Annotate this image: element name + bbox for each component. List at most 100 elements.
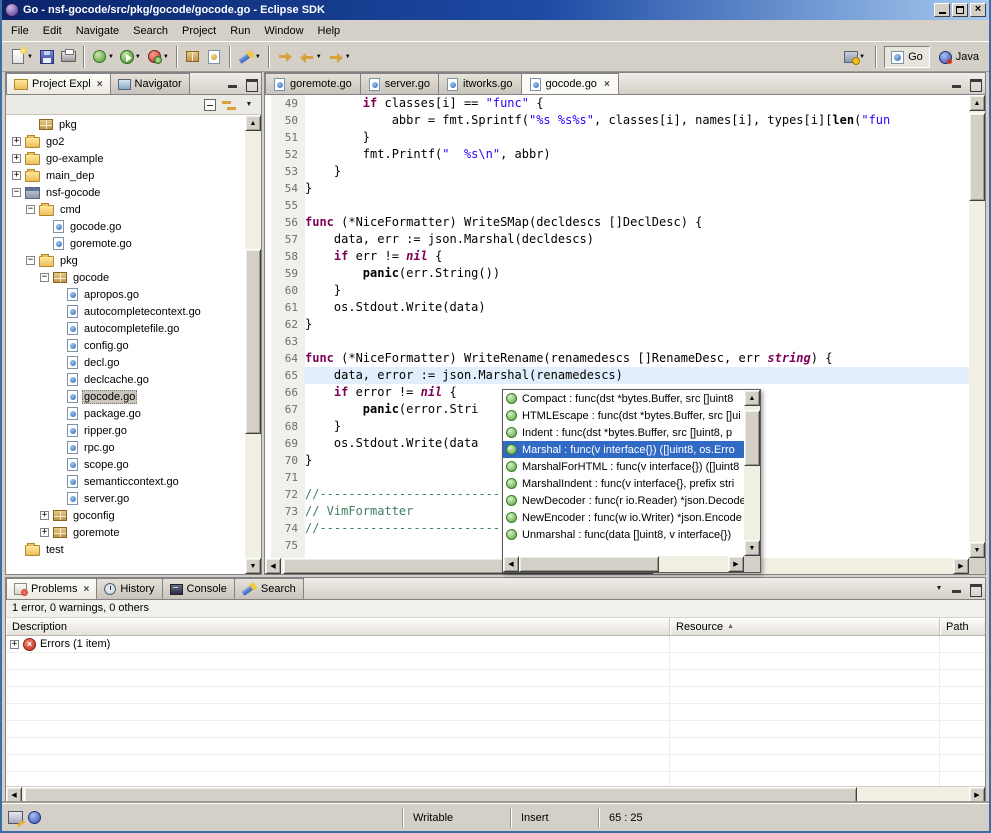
autocomplete-horizontal-scrollbar[interactable]: ◀ ▶ [503, 556, 744, 572]
autocomplete-item[interactable]: Compact : func(dst *bytes.Buffer, src []… [503, 390, 744, 407]
scroll-down-icon[interactable]: ▼ [245, 558, 261, 574]
tab-gocode-go[interactable]: gocode.go × [521, 73, 619, 94]
new-wizard-button[interactable]: ▼ [7, 45, 36, 69]
tree-item-scope-go[interactable]: scope.go [6, 456, 245, 473]
tree-item-server-go[interactable]: server.go [6, 490, 245, 507]
menu-item-help[interactable]: Help [311, 22, 348, 40]
tree-item-config-go[interactable]: config.go [6, 337, 245, 354]
maximize-view-button[interactable] [968, 582, 982, 595]
project-tree-scrollbar[interactable]: ▲ ▼ [245, 115, 261, 574]
tree-item-autocompletefile-go[interactable]: autocompletefile.go [6, 320, 245, 337]
tree-item-cmd[interactable]: −cmd [6, 201, 245, 218]
scrollbar-thumb[interactable] [245, 249, 261, 434]
scroll-left-icon[interactable]: ◀ [503, 556, 519, 572]
collapse-icon[interactable]: − [12, 188, 21, 197]
scroll-up-icon[interactable]: ▲ [245, 115, 261, 131]
tree-item-pkg[interactable]: pkg [6, 116, 245, 133]
tree-item-goremote-go[interactable]: goremote.go [6, 235, 245, 252]
minimize-view-button[interactable] [950, 77, 964, 90]
column-description[interactable]: Description [6, 618, 670, 635]
menu-item-search[interactable]: Search [126, 22, 175, 40]
tree-item-go-example[interactable]: +go-example [6, 150, 245, 167]
run-external-button[interactable]: ▼ [144, 45, 172, 69]
close-tab-icon[interactable]: × [97, 79, 103, 90]
autocomplete-item[interactable]: Unmarshal : func(data []uint8, v interfa… [503, 526, 744, 543]
tab-goremote-go[interactable]: goremote.go [265, 73, 361, 94]
view-menu-icon[interactable]: ▼ [932, 582, 946, 595]
autocomplete-item[interactable]: NewEncoder : func(w io.Writer) *json.Enc… [503, 509, 744, 526]
tree-item-gocode-go[interactable]: gocode.go [6, 218, 245, 235]
maximize-view-button[interactable] [244, 77, 258, 90]
tree-item-nsf-gocode[interactable]: −nsf-gocode [6, 184, 245, 201]
tab-server-go[interactable]: server.go [360, 73, 439, 94]
column-resource[interactable]: Resource ▲ [670, 618, 940, 635]
menu-item-project[interactable]: Project [175, 22, 223, 40]
autocomplete-item[interactable]: HTMLEscape : func(dst *bytes.Buffer, src… [503, 407, 744, 424]
new-package-button[interactable] [182, 45, 203, 69]
minimize-window-button[interactable] [934, 3, 950, 17]
scroll-right-icon[interactable]: ▶ [953, 558, 969, 574]
tree-item-semanticcontext-go[interactable]: semanticcontext.go [6, 473, 245, 490]
scroll-left-icon[interactable]: ◀ [6, 787, 22, 803]
collapse-all-icon[interactable] [204, 99, 216, 111]
back-button[interactable]: ▼ [296, 45, 325, 69]
problems-horizontal-scrollbar[interactable]: ◀ ▶ [6, 786, 985, 802]
java-perspective-button[interactable]: Java [933, 46, 985, 68]
menu-item-run[interactable]: Run [223, 22, 257, 40]
tree-item-rpc-go[interactable]: rpc.go [6, 439, 245, 456]
column-path[interactable]: Path [940, 618, 985, 635]
menu-item-window[interactable]: Window [257, 22, 310, 40]
scroll-down-icon[interactable]: ▼ [969, 542, 985, 558]
minimize-view-button[interactable] [950, 582, 964, 595]
close-tab-icon[interactable]: × [83, 584, 89, 595]
tab-itworks-go[interactable]: itworks.go [438, 73, 522, 94]
tab-search[interactable]: Search [234, 578, 304, 599]
collapse-icon[interactable]: − [26, 256, 35, 265]
close-window-button[interactable]: × [970, 3, 986, 17]
expand-icon[interactable]: + [40, 511, 49, 520]
tree-item-test[interactable]: test [6, 541, 245, 558]
menu-item-file[interactable]: File [4, 22, 36, 40]
scrollbar-thumb[interactable] [24, 787, 857, 803]
scroll-up-icon[interactable]: ▲ [744, 390, 760, 406]
tab-history[interactable]: History [96, 578, 162, 599]
tree-item-goremote[interactable]: +goremote [6, 524, 245, 541]
save-button[interactable] [36, 45, 58, 69]
tab-navigator[interactable]: Navigator [110, 73, 190, 94]
tab-problems[interactable]: Problems × [6, 578, 97, 599]
scroll-left-icon[interactable]: ◀ [265, 558, 281, 574]
autocomplete-item[interactable]: NewDecoder : func(r io.Reader) *json.Dec… [503, 492, 744, 509]
expand-icon[interactable]: + [40, 528, 49, 537]
autocomplete-item[interactable]: MarshalIndent : func(v interface{}, pref… [503, 475, 744, 492]
scrollbar-thumb[interactable] [744, 410, 760, 466]
scroll-down-icon[interactable]: ▼ [744, 540, 760, 556]
java-icon[interactable] [28, 811, 41, 824]
view-menu-icon[interactable]: ▼ [242, 98, 256, 111]
close-tab-icon[interactable]: × [604, 79, 610, 90]
scroll-right-icon[interactable]: ▶ [969, 787, 985, 803]
autocomplete-item[interactable]: Marshal : func(v interface{}) ([]uint8, … [503, 441, 744, 458]
tree-item-declcache-go[interactable]: declcache.go [6, 371, 245, 388]
tree-item-apropos-go[interactable]: apropos.go [6, 286, 245, 303]
print-button[interactable] [58, 45, 79, 69]
tree-item-gocode-go[interactable]: gocode.go [6, 388, 245, 405]
fast-view-icon[interactable] [8, 811, 23, 824]
tab-project-explorer[interactable]: Project Expl × [6, 73, 111, 94]
tree-item-pkg[interactable]: −pkg [6, 252, 245, 269]
minimize-view-button[interactable] [226, 77, 240, 90]
tree-item-package-go[interactable]: package.go [6, 405, 245, 422]
tree-item-main-dep[interactable]: +main_dep [6, 167, 245, 184]
tree-item-goconfig[interactable]: +goconfig [6, 507, 245, 524]
open-type-button[interactable] [203, 45, 225, 69]
last-edit-button[interactable] [274, 45, 296, 69]
expand-icon[interactable]: + [10, 640, 19, 649]
scrollbar-thumb[interactable] [519, 556, 659, 572]
tree-item-gocode[interactable]: −gocode [6, 269, 245, 286]
tree-item-decl-go[interactable]: decl.go [6, 354, 245, 371]
autocomplete-vertical-scrollbar[interactable]: ▲ ▼ [744, 390, 760, 556]
collapse-icon[interactable]: − [26, 205, 35, 214]
collapse-icon[interactable]: − [40, 273, 49, 282]
maximize-view-button[interactable] [968, 77, 982, 90]
tab-console[interactable]: Console [162, 578, 235, 599]
menu-item-navigate[interactable]: Navigate [69, 22, 126, 40]
